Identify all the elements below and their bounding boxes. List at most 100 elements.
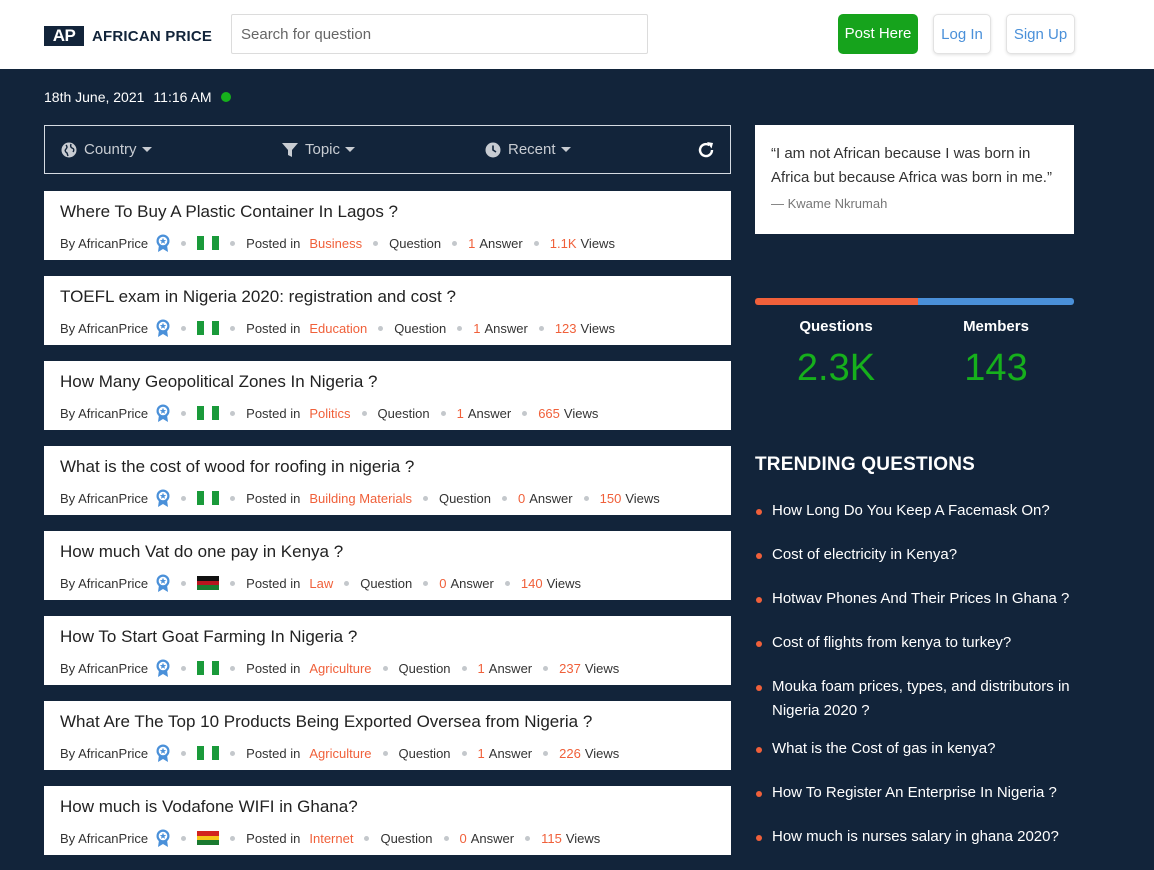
topic-filter-dropdown[interactable]: Topic xyxy=(282,126,356,173)
questions-stat-label: Questions xyxy=(799,318,873,335)
separator-dot xyxy=(382,665,388,671)
view-count: 1.1K xyxy=(549,235,577,251)
trending-question-link[interactable]: Hotwav Phones And Their Prices In Ghana … xyxy=(755,587,1075,611)
author-link[interactable]: By AfricanPrice xyxy=(60,236,148,251)
sign-up-button[interactable]: Sign Up xyxy=(1006,14,1075,54)
country-flag-icon[interactable] xyxy=(197,746,220,760)
log-in-button[interactable]: Log In xyxy=(933,14,991,54)
post-here-button[interactable]: Post Here xyxy=(838,14,918,54)
category-link[interactable]: Politics xyxy=(309,406,350,421)
posted-in-label: Posted in xyxy=(246,405,301,421)
separator-dot xyxy=(344,580,350,586)
question-card: What is the cost of wood for roofing in … xyxy=(44,446,731,515)
clock-icon xyxy=(485,142,501,157)
separator-dot xyxy=(443,835,449,841)
view-count: 115 xyxy=(541,830,562,846)
questions-stat: Questions 2.3K xyxy=(756,318,916,390)
answer-count-label: Answer xyxy=(470,830,515,846)
view-count-label: Views xyxy=(546,575,582,591)
question-title-link[interactable]: How To Start Goat Farming In Nigeria ? xyxy=(60,627,357,647)
award-badge-icon xyxy=(156,234,170,252)
separator-dot xyxy=(543,750,549,756)
view-count-label: Views xyxy=(565,830,601,846)
separator-dot xyxy=(461,750,467,756)
trending-question-link[interactable]: How To Register An Enterprise In Nigeria… xyxy=(755,781,1075,805)
question-card: How much Vat do one pay in Kenya ? By Afr… xyxy=(44,531,731,600)
country-filter-label: Country xyxy=(84,141,137,158)
posted-in-label: Posted in xyxy=(246,235,301,251)
category-link[interactable]: Education xyxy=(309,321,367,336)
questions-bar-segment xyxy=(755,298,918,305)
question-title-link[interactable]: Where To Buy A Plastic Container In Lago… xyxy=(60,202,398,222)
author-link[interactable]: By AfricanPrice xyxy=(60,831,148,846)
trending-question-link[interactable]: Mouka foam prices, types, and distributo… xyxy=(755,675,1075,723)
question-title-link[interactable]: How much Vat do one pay in Kenya ? xyxy=(60,542,343,562)
question-meta: By AfricanPrice Posted in Business Question… xyxy=(60,234,615,252)
author-link[interactable]: By AfricanPrice xyxy=(60,406,148,421)
separator-dot xyxy=(361,410,367,416)
category-link[interactable]: Law xyxy=(309,576,333,591)
category-link[interactable]: Internet xyxy=(309,831,353,846)
question-title-link[interactable]: How Many Geopolitical Zones In Nigeria ? xyxy=(60,372,377,392)
country-flag-icon[interactable] xyxy=(197,661,220,675)
category-link[interactable]: Agriculture xyxy=(309,746,371,761)
filter-bar: Country Topic Recent xyxy=(44,125,731,174)
category-link[interactable]: Building Materials xyxy=(309,491,412,506)
refresh-icon[interactable] xyxy=(696,140,716,160)
post-type-label: Question xyxy=(389,235,442,251)
separator-dot xyxy=(502,495,508,501)
view-count: 665 xyxy=(538,405,560,421)
search-input[interactable] xyxy=(231,14,648,54)
view-count: 123 xyxy=(554,320,577,336)
answer-count-label: Answer xyxy=(479,235,523,251)
posted-in-label: Posted in xyxy=(246,830,301,846)
site-logo[interactable]: AP AFRICAN PRICE xyxy=(44,26,212,46)
question-title-link[interactable]: What Are The Top 10 Products Being Expor… xyxy=(60,712,592,732)
logo-mark: AP xyxy=(44,26,84,46)
country-flag-icon[interactable] xyxy=(197,576,220,591)
author-link[interactable]: By AfricanPrice xyxy=(60,746,148,761)
filter-icon xyxy=(282,142,298,157)
country-flag-icon[interactable] xyxy=(197,321,220,335)
trending-question-link[interactable]: How Long Do You Keep A Facemask On? xyxy=(755,499,1075,523)
question-meta: By AfricanPrice Posted in Education Questio… xyxy=(60,319,615,337)
author-link[interactable]: By AfricanPrice xyxy=(60,576,148,591)
answer-count-label: Answer xyxy=(488,660,533,676)
posted-in-label: Posted in xyxy=(246,745,301,761)
quote-author: — Kwame Nkrumah xyxy=(771,196,888,211)
country-filter-dropdown[interactable]: Country xyxy=(61,126,152,173)
recent-filter-dropdown[interactable]: Recent xyxy=(485,126,571,173)
answer-count: 1 xyxy=(456,405,464,421)
question-title-link[interactable]: TOEFL exam in Nigeria 2020: registration… xyxy=(60,287,456,307)
category-link[interactable]: Agriculture xyxy=(309,661,371,676)
country-flag-icon[interactable] xyxy=(197,406,220,420)
members-stat-label: Members xyxy=(963,318,1029,335)
author-link[interactable]: By AfricanPrice xyxy=(60,321,148,336)
question-title-link[interactable]: How much is Vodafone WIFI in Ghana? xyxy=(60,797,358,817)
separator-dot xyxy=(230,580,236,586)
view-count: 237 xyxy=(559,660,581,676)
trending-question-link[interactable]: Cost of electricity in Kenya? xyxy=(755,543,1075,567)
country-flag-icon[interactable] xyxy=(197,491,220,505)
recent-filter-label: Recent xyxy=(508,141,556,158)
author-link[interactable]: By AfricanPrice xyxy=(60,661,148,676)
members-stat: Members 143 xyxy=(916,318,1076,390)
award-badge-icon xyxy=(156,574,170,592)
separator-dot xyxy=(181,835,187,841)
category-link[interactable]: Business xyxy=(309,236,362,251)
question-meta: By AfricanPrice Posted in Politics Question… xyxy=(60,404,598,422)
separator-dot xyxy=(538,325,544,331)
globe-icon xyxy=(61,142,77,157)
separator-dot xyxy=(457,325,463,331)
separator-dot xyxy=(230,410,236,416)
separator-dot xyxy=(364,835,370,841)
logo-text: AFRICAN PRICE xyxy=(92,27,213,45)
trending-question-link[interactable]: Cost of flights from kenya to turkey? xyxy=(755,631,1075,655)
trending-question-link[interactable]: What is the Cost of gas in kenya? xyxy=(755,737,1075,761)
author-link[interactable]: By AfricanPrice xyxy=(60,491,148,506)
question-title-link[interactable]: What is the cost of wood for roofing in … xyxy=(60,457,414,477)
separator-dot xyxy=(230,325,236,331)
country-flag-icon[interactable] xyxy=(197,236,220,250)
trending-question-link[interactable]: How much is nurses salary in ghana 2020? xyxy=(755,825,1075,849)
country-flag-icon[interactable] xyxy=(197,831,220,846)
